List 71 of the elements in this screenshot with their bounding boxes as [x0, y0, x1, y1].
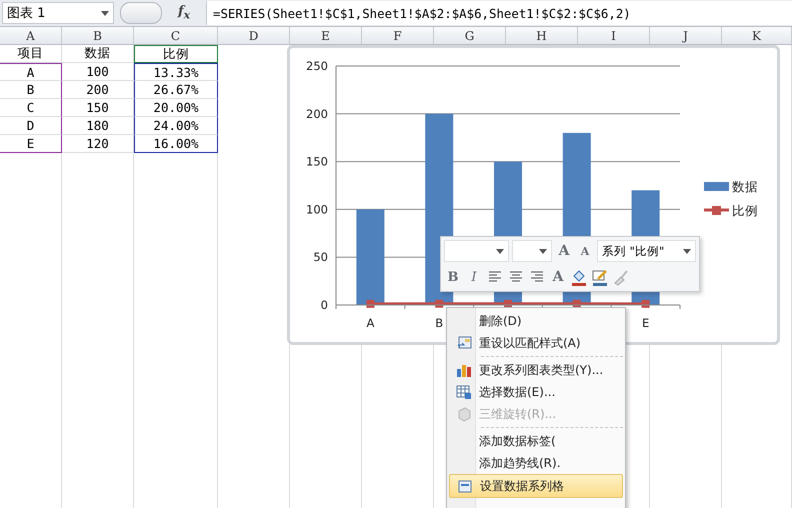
table-cell: 26.67% — [134, 81, 218, 99]
category-label: B — [435, 316, 444, 330]
column-header[interactable]: J — [650, 27, 722, 45]
table-cell: 13.33% — [134, 63, 218, 81]
table-cell: 20.00% — [134, 99, 218, 117]
formula-field[interactable]: =SERIES(Sheet1!$C$1,Sheet1!$A$2:$A$6,Sheet1!$C$2:$C$6,2) — [206, 1, 792, 25]
column-header[interactable]: I — [578, 27, 650, 45]
menu-item[interactable]: 删除(D) — [449, 310, 623, 332]
axis-tick-label: 200 — [306, 106, 328, 121]
column-header[interactable]: E — [290, 27, 362, 45]
splitter-handle[interactable] — [120, 2, 162, 24]
shrink-font-button[interactable]: A — [576, 240, 594, 262]
menu-item[interactable]: 设置数据系列格 — [449, 474, 623, 498]
table-cell: B — [0, 81, 62, 99]
table-icon — [456, 384, 472, 400]
column-header[interactable]: H — [506, 27, 578, 45]
table-cell: C — [0, 99, 62, 117]
column-header[interactable]: K — [722, 27, 792, 45]
table-cell: 24.00% — [134, 117, 218, 135]
table-cell: 200 — [62, 81, 134, 99]
axis-tick-label: 150 — [306, 154, 328, 169]
table-cell: D — [0, 117, 62, 135]
fill-bucket-icon[interactable] — [570, 268, 588, 286]
table-cell: 16.00% — [134, 135, 218, 153]
legend-swatch — [704, 182, 729, 191]
italic-button[interactable]: I — [465, 266, 483, 288]
column-header[interactable]: G — [434, 27, 506, 45]
axis-tick-label: 50 — [313, 250, 328, 264]
dropdown-caret-icon — [683, 248, 691, 254]
dropdown-caret-icon — [101, 10, 109, 16]
bold-button[interactable]: B — [444, 266, 462, 288]
legend-label: 数据 — [732, 179, 758, 194]
axis-tick-label: 100 — [306, 202, 328, 216]
table-cell: 项目 — [0, 45, 62, 63]
column-header[interactable]: F — [362, 27, 434, 45]
menu-item[interactable]: 选择数据(E)... — [449, 381, 623, 403]
table-cell: 150 — [62, 99, 134, 117]
legend-label: 比例 — [732, 203, 758, 218]
column-header[interactable]: A — [0, 27, 62, 45]
axis-tick-label: 0 — [320, 298, 328, 312]
table-cell: A — [0, 63, 62, 81]
dropdown-caret-icon — [496, 248, 504, 254]
grow-font-button[interactable]: A — [555, 240, 574, 262]
column-header[interactable]: B — [62, 27, 134, 45]
chart-element-select[interactable]: 系列 "比例" — [597, 240, 696, 262]
table-cell: 120 — [62, 135, 134, 153]
table-cell: 比例 — [134, 45, 218, 63]
bar-chart-icon — [456, 362, 472, 378]
category-label: E — [642, 316, 650, 330]
insert-function-button[interactable]: f$_{x}$ — [178, 4, 206, 22]
format-icon — [457, 478, 473, 494]
dropdown-caret-icon — [539, 248, 548, 254]
menu-item[interactable]: 添加数据标签( — [449, 430, 623, 452]
column-header[interactable]: D — [218, 27, 290, 45]
legend-swatch — [704, 206, 729, 215]
table-cell: 数据 — [62, 45, 134, 63]
menu-item[interactable]: 更改系列图表类型(Y)... — [449, 359, 623, 381]
menu-item[interactable]: 添加趋势线(R). — [449, 452, 623, 474]
reset-style-icon — [456, 335, 472, 351]
category-label: A — [366, 316, 374, 330]
column-header[interactable]: C — [134, 27, 218, 45]
pencil-icon[interactable] — [591, 268, 609, 286]
table-cell: 100 — [62, 63, 134, 81]
name-box[interactable]: 图表 1 — [2, 2, 114, 24]
font-size-field[interactable] — [512, 240, 552, 262]
table-cell: 180 — [62, 117, 134, 135]
table-cell: E — [0, 135, 62, 153]
font-color-button[interactable]: A — [549, 266, 567, 288]
cube-icon — [456, 406, 472, 422]
axis-tick-label: 250 — [306, 59, 328, 73]
font-name-field[interactable] — [444, 240, 510, 262]
